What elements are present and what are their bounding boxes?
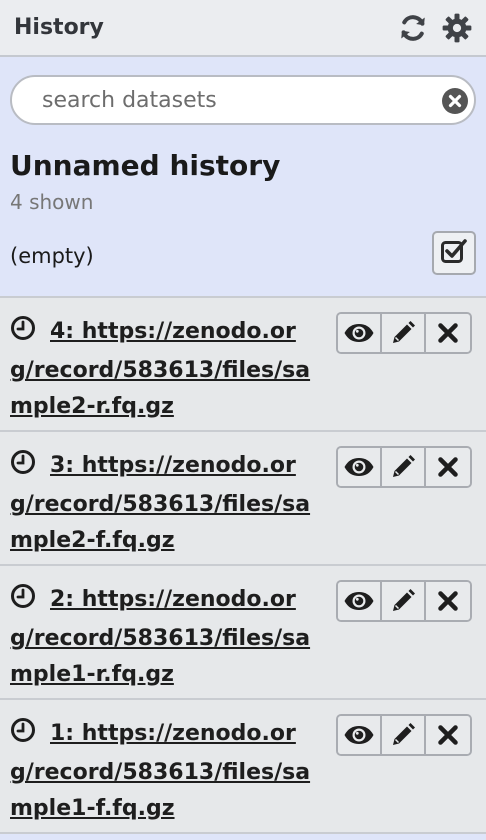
display-button[interactable] xyxy=(338,716,382,754)
dataset-title[interactable]: 4: https://zenodo.org/record/583613/file… xyxy=(10,319,310,419)
eye-icon xyxy=(344,592,374,610)
pencil-icon xyxy=(393,589,415,611)
history-name[interactable]: Unnamed history xyxy=(10,149,476,182)
display-button[interactable] xyxy=(338,582,382,620)
dataset-title[interactable]: 3: https://zenodo.org/record/583613/file… xyxy=(10,453,310,553)
dataset-title-row[interactable]: 1: https://zenodo.org/record/583613/file… xyxy=(10,716,316,827)
pencil-icon xyxy=(393,455,415,477)
eye-icon xyxy=(344,458,374,476)
dataset-buttons xyxy=(336,580,472,622)
dataset-title[interactable]: 1: https://zenodo.org/record/583613/file… xyxy=(10,721,310,821)
dataset-item: 1: https://zenodo.org/record/583613/file… xyxy=(0,698,486,834)
dataset-title[interactable]: 2: https://zenodo.org/record/583613/file… xyxy=(10,587,310,687)
history-controls: Unnamed history 4 shown (empty) xyxy=(0,57,486,296)
dataset-item: 3: https://zenodo.org/record/583613/file… xyxy=(0,430,486,564)
edit-button[interactable] xyxy=(382,314,426,352)
dataset-buttons xyxy=(336,312,472,354)
select-checkbox-icon xyxy=(440,237,468,269)
eye-icon xyxy=(344,726,374,744)
dataset-item: 4: https://zenodo.org/record/583613/file… xyxy=(0,296,486,430)
eye-icon xyxy=(344,324,374,342)
display-button[interactable] xyxy=(338,314,382,352)
history-panel-header: History xyxy=(0,0,486,57)
dataset-buttons xyxy=(336,446,472,488)
header-icons xyxy=(398,13,472,43)
clock-icon xyxy=(10,449,36,487)
refresh-icon[interactable] xyxy=(398,13,428,43)
history-size-label: (empty) xyxy=(10,244,94,268)
search-box xyxy=(10,75,476,125)
pencil-icon xyxy=(393,321,415,343)
delete-icon xyxy=(438,725,458,745)
delete-icon xyxy=(438,457,458,477)
dataset-buttons xyxy=(336,714,472,756)
edit-button[interactable] xyxy=(382,582,426,620)
panel-title: History xyxy=(14,15,104,40)
clock-icon xyxy=(10,315,36,353)
delete-icon xyxy=(438,323,458,343)
delete-button[interactable] xyxy=(426,448,470,486)
delete-icon xyxy=(438,591,458,611)
dataset-title-row[interactable]: 4: https://zenodo.org/record/583613/file… xyxy=(10,314,316,425)
shown-count: 4 shown xyxy=(10,190,94,214)
dataset-item: 2: https://zenodo.org/record/583613/file… xyxy=(0,564,486,698)
clock-icon xyxy=(10,717,36,755)
delete-button[interactable] xyxy=(426,582,470,620)
delete-button[interactable] xyxy=(426,716,470,754)
clear-search-icon[interactable] xyxy=(442,88,468,114)
search-input[interactable] xyxy=(42,87,444,113)
delete-button[interactable] xyxy=(426,314,470,352)
dataset-title-row[interactable]: 3: https://zenodo.org/record/583613/file… xyxy=(10,448,316,559)
dataset-title-row[interactable]: 2: https://zenodo.org/record/583613/file… xyxy=(10,582,316,693)
edit-button[interactable] xyxy=(382,716,426,754)
edit-button[interactable] xyxy=(382,448,426,486)
gear-icon[interactable] xyxy=(442,13,472,43)
clock-icon xyxy=(10,583,36,621)
select-datasets-button[interactable] xyxy=(432,231,476,275)
pencil-icon xyxy=(393,723,415,745)
display-button[interactable] xyxy=(338,448,382,486)
